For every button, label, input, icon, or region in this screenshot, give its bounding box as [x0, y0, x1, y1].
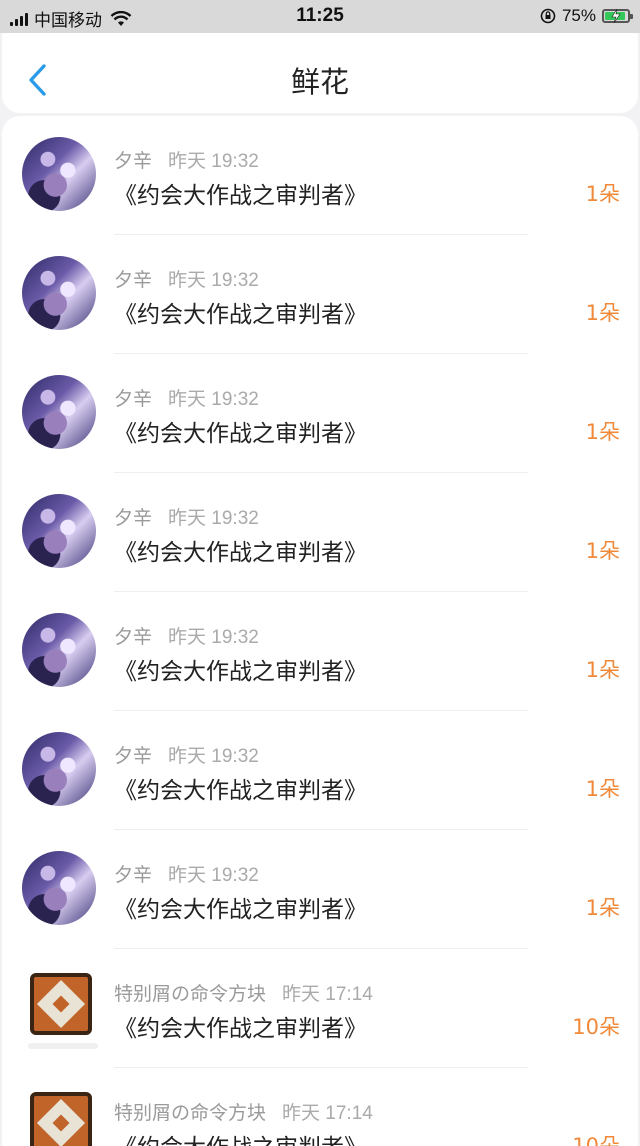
user-meta: 特别屑の命令方块 昨天 17:14: [114, 1098, 373, 1125]
timestamp: 昨天 19:32: [168, 746, 259, 767]
list-item[interactable]: 夕辛 昨天 19:32 《约会大作战之审判者》 1朵: [2, 592, 638, 711]
user-name[interactable]: 夕辛: [114, 507, 152, 529]
avatar[interactable]: [22, 375, 96, 449]
user-name[interactable]: 夕辛: [114, 745, 152, 767]
timestamp: 昨天 19:32: [168, 389, 259, 410]
list-item[interactable]: 夕辛 昨天 19:32 《约会大作战之审判者》 1朵: [2, 235, 638, 354]
work-title[interactable]: 《约会大作战之审判者》: [114, 890, 367, 924]
work-title[interactable]: 《约会大作战之审判者》: [114, 414, 367, 448]
flower-record-list[interactable]: 夕辛 昨天 19:32 《约会大作战之审判者》 1朵 夕辛 昨天 19:32 《约会…: [2, 116, 638, 1146]
battery-percent: 75%: [561, 6, 596, 25]
user-name[interactable]: 夕辛: [114, 864, 152, 886]
work-title[interactable]: 《约会大作战之审判者》: [114, 176, 367, 210]
user-name[interactable]: 夕辛: [114, 150, 152, 172]
status-right: 75%: [540, 6, 633, 26]
user-meta: 夕辛 昨天 19:32: [114, 384, 259, 411]
timestamp: 昨天 17:14: [282, 1103, 373, 1124]
flower-amount: 1朵: [585, 301, 620, 325]
avatar[interactable]: [22, 851, 96, 925]
flower-amount: 1朵: [585, 896, 620, 920]
flower-amount: 10朵: [572, 1015, 620, 1039]
page-title: 鲜花: [290, 65, 349, 99]
user-meta: 夕辛 昨天 19:32: [114, 622, 259, 649]
work-title[interactable]: 《约会大作战之审判者》: [114, 1009, 367, 1043]
list-item[interactable]: 夕辛 昨天 19:32 《约会大作战之审判者》 1朵: [2, 116, 638, 235]
list-item[interactable]: 特别屑の命令方块昨天 17:14 《约会大作战之审判者》 10朵: [2, 1068, 638, 1146]
work-title[interactable]: 《约会大作战之审判者》: [114, 652, 367, 686]
flower-amount: 1朵: [585, 658, 620, 682]
user-meta: 夕辛 昨天 19:32: [114, 503, 259, 530]
orientation-lock-icon: [540, 8, 556, 24]
flower-amount: 1朵: [585, 539, 620, 563]
avatar[interactable]: [22, 732, 96, 806]
list-item[interactable]: 夕辛 昨天 19:32 《约会大作战之审判者》 1朵: [2, 473, 638, 592]
work-title[interactable]: 《约会大作战之审判者》: [114, 1128, 367, 1146]
user-meta: 夕辛 昨天 19:32: [114, 146, 259, 173]
status-bar: 中国移动 11:25 75%: [0, 0, 640, 33]
user-name[interactable]: 特别屑の命令方块: [114, 1102, 266, 1124]
flower-amount: 10朵: [572, 1134, 620, 1146]
user-name[interactable]: 特别屑の命令方块: [114, 983, 266, 1005]
flower-amount: 1朵: [585, 777, 620, 801]
avatar[interactable]: [22, 494, 96, 568]
user-meta: 夕辛 昨天 19:32: [114, 265, 259, 292]
timestamp: 昨天 19:32: [168, 865, 259, 886]
list-item[interactable]: 特别屑の命令方块昨天 17:14 《约会大作战之审判者》 10朵: [2, 949, 638, 1068]
nav-bar: 鲜花: [2, 33, 638, 113]
timestamp: 昨天 19:32: [168, 627, 259, 648]
avatar[interactable]: [22, 256, 96, 330]
timestamp: 昨天 19:32: [168, 270, 259, 291]
timestamp: 昨天 17:14: [282, 984, 373, 1005]
user-meta: 特别屑の命令方块 昨天 17:14: [114, 979, 373, 1006]
user-name[interactable]: 夕辛: [114, 269, 152, 291]
command-block-avatar[interactable]: [28, 973, 98, 1049]
avatar[interactable]: [22, 137, 96, 211]
flower-amount: 1朵: [585, 182, 620, 206]
avatar[interactable]: [22, 613, 96, 687]
work-title[interactable]: 《约会大作战之审判者》: [114, 771, 367, 805]
battery-icon: [602, 9, 633, 23]
list-item[interactable]: 夕辛 昨天 19:32 《约会大作战之审判者》 1朵: [2, 354, 638, 473]
list-item[interactable]: 夕辛 昨天 19:32 《约会大作战之审判者》 1朵: [2, 711, 638, 830]
work-title[interactable]: 《约会大作战之审判者》: [114, 533, 367, 567]
user-meta: 夕辛 昨天 19:32: [114, 741, 259, 768]
user-meta: 夕辛 昨天 19:32: [114, 860, 259, 887]
user-name[interactable]: 夕辛: [114, 626, 152, 648]
user-name[interactable]: 夕辛: [114, 388, 152, 410]
timestamp: 昨天 19:32: [168, 508, 259, 529]
flower-amount: 1朵: [585, 420, 620, 444]
work-title[interactable]: 《约会大作战之审判者》: [114, 295, 367, 329]
timestamp: 昨天 19:32: [168, 151, 259, 172]
list-item[interactable]: 夕辛 昨天 19:32 《约会大作战之审判者》 1朵: [2, 830, 638, 949]
